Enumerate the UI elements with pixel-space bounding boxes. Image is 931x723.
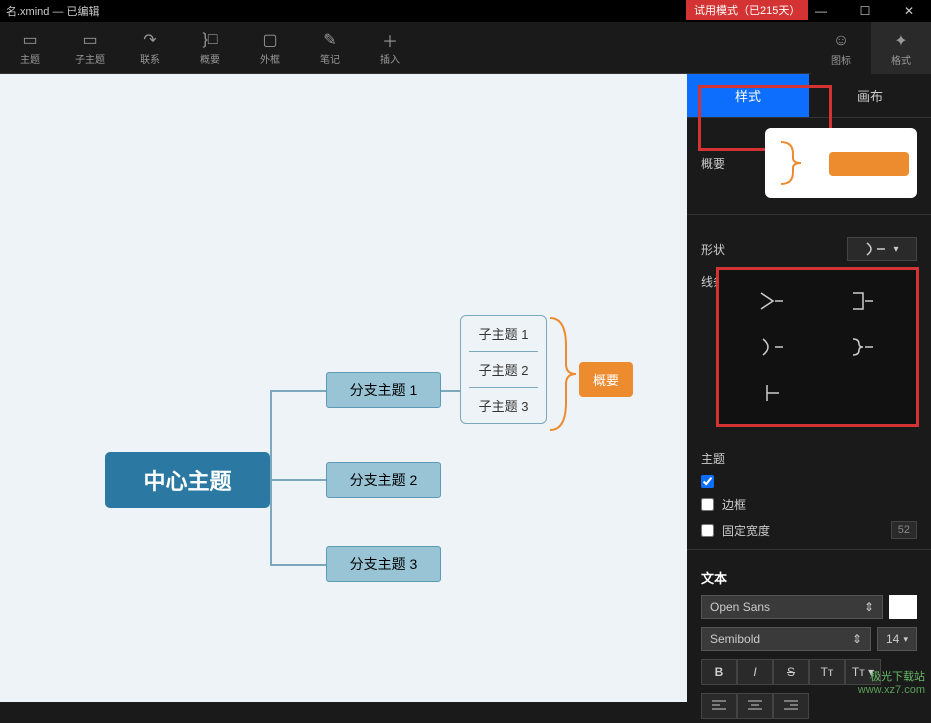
notes-icon: ✎ <box>323 29 336 51</box>
subtopic-group[interactable]: 子主题 1 子主题 2 子主题 3 <box>460 315 547 424</box>
tab-canvas[interactable]: 画布 <box>809 74 931 117</box>
shape-option-square[interactable] <box>817 278 907 324</box>
border-label: 边框 <box>722 496 746 513</box>
chevron-down-icon: ▾ <box>903 634 908 645</box>
minimize-button[interactable]: — <box>799 0 843 22</box>
maximize-button[interactable]: ☐ <box>843 0 887 22</box>
titlebar: 名.xmind — 已编辑 试用模式（已215天） — ☐ ✕ <box>0 0 931 22</box>
window-controls: — ☐ ✕ <box>799 0 931 22</box>
checkbox-row-border[interactable]: 边框 <box>687 492 931 517</box>
checkbox-row-fixed-width[interactable]: 固定宽度 52 <box>687 517 931 543</box>
connector <box>441 390 460 392</box>
branch-topic-2[interactable]: 分支主题 2 <box>326 462 441 498</box>
topic-button[interactable]: ▭ 主题 <box>0 22 60 74</box>
font-family-select[interactable]: Open Sans ⇕ <box>701 595 883 619</box>
central-topic[interactable]: 中心主题 <box>105 452 270 508</box>
shape-option-angle[interactable] <box>727 278 817 324</box>
main: 中心主题 分支主题 1 分支主题 2 分支主题 3 子主题 1 子主题 2 子主… <box>0 74 931 702</box>
mindmap-canvas[interactable]: 中心主题 分支主题 1 分支主题 2 分支主题 3 子主题 1 子主题 2 子主… <box>0 74 687 702</box>
summary-node[interactable]: 概要 <box>579 362 633 397</box>
align-center-button[interactable] <box>737 693 773 719</box>
shape-current-icon <box>865 241 889 257</box>
strike-button[interactable]: S <box>773 659 809 685</box>
boundary-icon: ▢ <box>262 29 277 51</box>
summary-icon: }□ <box>202 29 217 51</box>
subtopic-2[interactable]: 子主题 2 <box>461 352 546 387</box>
topic-heading: 主题 <box>701 450 725 467</box>
summary-button[interactable]: }□ 概要 <box>180 22 240 74</box>
align-left-button[interactable] <box>701 693 737 719</box>
align-right-button[interactable] <box>773 693 809 719</box>
shape-option-curly[interactable] <box>817 324 907 370</box>
fixed-width-checkbox[interactable] <box>701 524 714 537</box>
case-button[interactable]: Tᴛ <box>809 659 845 685</box>
stepper-icon: ⇕ <box>864 600 874 614</box>
shape-dropdown-popup <box>716 267 919 427</box>
smile-icon: ☺ <box>833 30 849 52</box>
fixed-width-label: 固定宽度 <box>722 522 770 539</box>
preview-brace-icon <box>779 140 803 186</box>
summary-bracket <box>548 316 578 432</box>
connector <box>270 390 272 565</box>
overview-label: 概要 <box>701 155 725 172</box>
brush-icon: ✦ <box>894 30 907 52</box>
connector <box>270 564 326 566</box>
toolbar: ▭ 主题 ▭ 子主题 ↷ 联系 }□ 概要 ▢ 外框 ✎ 笔记 ＋ 插入 ⛶ Z… <box>0 22 931 74</box>
subtopic-1[interactable]: 子主题 1 <box>461 316 546 351</box>
shape-option-tee[interactable] <box>727 370 817 416</box>
insert-button[interactable]: ＋ 插入 <box>360 22 420 74</box>
window-title: 名.xmind — 已编辑 <box>6 3 100 19</box>
relation-icon: ↷ <box>143 29 156 51</box>
text-section-title: 文本 <box>687 556 931 591</box>
format-tab-button[interactable]: ✦ 格式 <box>871 22 931 74</box>
shape-dropdown-trigger[interactable]: ▾ <box>847 237 917 261</box>
stepper-icon: ⇕ <box>852 632 862 646</box>
watermark: 极光下载站 www.xz7.com <box>858 668 925 696</box>
italic-button[interactable]: I <box>737 659 773 685</box>
font-size-select[interactable]: 14 ▾ <box>877 627 917 651</box>
font-weight-select[interactable]: Semibold ⇕ <box>701 627 871 651</box>
connector <box>270 390 326 392</box>
chevron-down-icon: ▾ <box>893 244 898 255</box>
relation-button[interactable]: ↷ 联系 <box>120 22 180 74</box>
notes-button[interactable]: ✎ 笔记 <box>300 22 360 74</box>
branch-topic-1[interactable]: 分支主题 1 <box>326 372 441 408</box>
subtopic-3[interactable]: 子主题 3 <box>461 388 546 423</box>
boundary-button[interactable]: ▢ 外框 <box>240 22 300 74</box>
close-button[interactable]: ✕ <box>887 0 931 22</box>
subtopic-button[interactable]: ▭ 子主题 <box>60 22 120 74</box>
subtopic-icon: ▭ <box>82 29 97 51</box>
panel-tabs: 样式 画布 <box>687 74 931 118</box>
shape-label: 形状 <box>701 241 725 258</box>
connector <box>270 479 326 481</box>
insert-icon: ＋ <box>382 29 398 51</box>
summary-preview <box>765 128 917 198</box>
branch-topic-3[interactable]: 分支主题 3 <box>326 546 441 582</box>
overview-section: 概要 <box>687 118 931 208</box>
font-color-swatch[interactable] <box>889 595 917 619</box>
fixed-width-value: 52 <box>891 521 917 539</box>
bold-button[interactable]: B <box>701 659 737 685</box>
topic-icon: ▭ <box>22 29 37 51</box>
fill-checkbox[interactable] <box>701 475 714 488</box>
trial-badge: 试用模式（已215天） <box>686 0 808 20</box>
border-checkbox[interactable] <box>701 498 714 511</box>
checkbox-row-fill[interactable] <box>687 471 931 492</box>
format-panel: ☺ 图标 ✦ 格式 样式 画布 概要 <box>687 74 931 702</box>
tab-style[interactable]: 样式 <box>687 74 809 117</box>
icons-tab-button[interactable]: ☺ 图标 <box>811 22 871 74</box>
shape-option-round[interactable] <box>727 324 817 370</box>
